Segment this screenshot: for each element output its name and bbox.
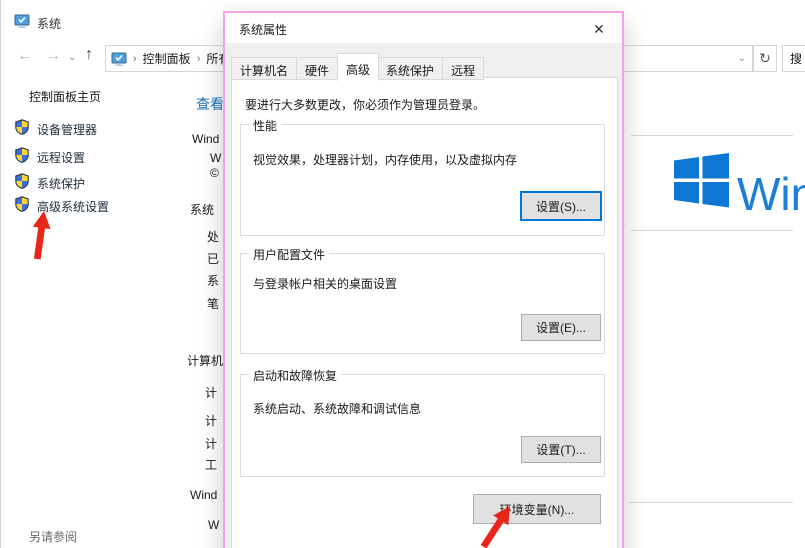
performance-settings-button[interactable]: 设置(S)... [520,191,602,221]
content-fragment: Wind [190,488,218,502]
shield-icon [14,173,30,189]
content-fragment: 系统 [190,203,215,217]
startup-recovery-group-desc: 系统启动、系统故障和调试信息 [253,402,422,416]
startup-recovery-settings-button[interactable]: 设置(T)... [521,436,601,463]
tab-hardware[interactable]: 硬件 [297,57,339,80]
advanced-tab-page: 要进行大多数更改，你必须作为管理员登录。 性能 视觉效果，处理器计划，内存使用，… [231,77,618,548]
breadcrumb-separator: › [133,52,137,65]
content-fragment: 计 [205,414,218,428]
performance-group: 性能 视觉效果，处理器计划，内存使用，以及虚拟内存 设置(S)... [240,117,605,236]
sidebar-item-home[interactable]: 控制面板主页 [29,88,101,105]
startup-recovery-group-title: 启动和故障恢复 [249,367,342,384]
refresh-icon: ↻ [759,50,771,66]
content-fragment: Wind [192,132,220,146]
search-box[interactable] [782,45,805,72]
user-profiles-group: 用户配置文件 与登录帐户相关的桌面设置 设置(E)... [240,246,605,354]
admin-notice-text: 要进行大多数更改，你必须作为管理员登录。 [245,98,486,112]
content-fragment: 笔 [207,297,220,311]
sidebar-item-system-protection[interactable]: 系统保护 [37,175,85,192]
windows-logo-icon [674,153,729,208]
performance-group-title: 性能 [249,117,282,134]
search-input[interactable] [783,51,805,66]
breadcrumb-separator: › [196,52,201,65]
screen: 系统 ← → ⌄ ↑ › 控制面板 › 所有控 ⌄ ↻ 控制面板主页 设备管理器… [0,0,805,548]
content-fragment: 计 [205,437,218,451]
shield-icon [14,196,30,212]
back-icon[interactable]: ← [17,48,33,64]
breadcrumb-computer-icon [111,51,127,67]
dialog-tab-strip: 计算机名 硬件 高级 系统保护 远程 [231,53,485,81]
content-fragment: 处 [207,230,220,244]
forward-icon[interactable]: → [45,48,61,64]
sidebar-item-device-manager[interactable]: 设备管理器 [37,121,97,138]
refresh-button[interactable]: ↻ [753,45,777,72]
content-fragment: W [208,518,220,532]
address-dropdown-icon[interactable]: ⌄ [738,53,746,64]
section-divider [631,135,793,136]
dialog-title: 系统属性 [239,23,288,37]
sidebar-item-remote-settings[interactable]: 远程设置 [37,149,85,166]
tab-remote[interactable]: 远程 [443,57,485,80]
user-profiles-group-desc: 与登录帐户相关的桌面设置 [253,277,398,291]
content-heading-fragment: 查看 [196,96,224,112]
content-fragment: 计 [205,386,218,400]
window-title: 系统 [37,17,62,31]
content-fragment: © [210,166,219,180]
annotation-arrow-advanced-settings [28,209,53,261]
content-fragment: 系 [207,274,220,288]
up-icon[interactable]: ↑ [85,47,93,63]
performance-group-desc: 视觉效果，处理器计划，内存使用，以及虚拟内存 [253,153,518,167]
windows-brand-text: Win [737,168,805,220]
breadcrumb-item-control-panel[interactable]: 控制面板 [143,50,191,67]
content-fragment: 已 [207,252,220,266]
dialog-titlebar: 系统属性 ✕ [225,13,622,43]
content-fragment: W [210,151,222,165]
history-chevron-icon[interactable]: ⌄ [68,53,76,63]
shield-icon [14,119,30,135]
section-divider [629,502,793,503]
tab-advanced[interactable]: 高级 [337,53,380,81]
window-icon [14,14,30,29]
startup-recovery-group: 启动和故障恢复 系统启动、系统故障和调试信息 设置(T)... [240,367,605,477]
user-profiles-group-title: 用户配置文件 [249,246,330,263]
tab-computer-name[interactable]: 计算机名 [231,57,298,80]
shield-icon [14,147,30,163]
tab-system-protection[interactable]: 系统保护 [378,57,444,80]
section-divider [631,230,793,231]
see-also-label: 另请参阅 [29,530,78,544]
system-properties-dialog: 系统属性 ✕ 计算机名 硬件 高级 系统保护 远程 要进行大多数更改，你必须作为… [223,11,624,548]
content-fragment: 工 [205,458,218,472]
close-icon[interactable]: ✕ [588,18,610,40]
user-profiles-settings-button[interactable]: 设置(E)... [521,314,601,341]
content-fragment: 计算机 [187,354,224,368]
